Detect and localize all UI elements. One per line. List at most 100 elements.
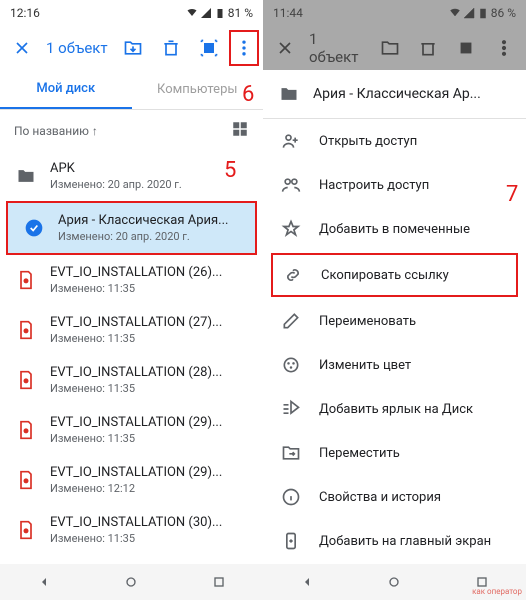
document-icon xyxy=(16,470,36,490)
status-battery: 81 % xyxy=(228,6,253,20)
menu-item-color[interactable]: Изменить цвет xyxy=(263,343,526,387)
status-right: 81 % xyxy=(186,6,253,20)
document-icon xyxy=(16,320,36,340)
check-icon xyxy=(24,218,44,238)
appbar-title: 1 объект xyxy=(305,30,370,66)
home-icon[interactable] xyxy=(123,574,139,590)
file-name: EVT_IO_INSTALLATION (30)... xyxy=(50,515,249,530)
file-name: EVT_IO_INSTALLATION (27)... xyxy=(50,315,249,330)
file-name: EVT_IO_INSTALLATION (29)... xyxy=(50,415,249,430)
statusbar: 11:44 86 % xyxy=(263,0,526,26)
more-icon[interactable] xyxy=(229,30,259,66)
close-icon xyxy=(267,30,303,66)
list-header: По названию ↑ xyxy=(0,110,263,151)
menu-label: Скопировать ссылку xyxy=(321,268,449,283)
navbar xyxy=(0,564,263,600)
file-row[interactable]: EVT_IO_INSTALLATION (30)... Изменено: 11… xyxy=(0,505,263,555)
menu-label: Открыть доступ xyxy=(319,134,417,149)
menu-label: Свойства и история xyxy=(319,490,441,505)
signal-icon xyxy=(200,7,212,19)
file-row[interactable]: EVT_IO_INSTALLATION (29)... Изменено: 12… xyxy=(0,455,263,505)
menu-item-copylink[interactable]: Скопировать ссылку xyxy=(271,253,518,297)
back-icon[interactable] xyxy=(36,574,52,590)
file-name: APK xyxy=(50,161,249,176)
status-right: 86 % xyxy=(449,6,516,20)
share-icon xyxy=(281,131,301,151)
battery-icon xyxy=(477,7,489,19)
sort-label[interactable]: По названию ↑ xyxy=(14,124,98,138)
move-to-icon[interactable] xyxy=(115,30,151,66)
home-icon[interactable] xyxy=(386,574,402,590)
recents-icon[interactable] xyxy=(211,574,227,590)
folder-icon xyxy=(16,166,36,186)
file-row[interactable]: EVT_IO_INSTALLATION (28)... Изменено: 11… xyxy=(0,355,263,405)
trash-icon[interactable] xyxy=(153,30,189,66)
menu-item-homescreen[interactable]: Добавить на главный экран xyxy=(263,519,526,563)
select-all-icon[interactable] xyxy=(191,30,227,66)
menu-label: Переименовать xyxy=(319,314,416,329)
watermark: как оператор xyxy=(472,587,522,596)
file-name: EVT_IO_INSTALLATION (28)... xyxy=(50,365,249,380)
star-icon xyxy=(281,219,301,239)
menu-label: Добавить на главный экран xyxy=(319,534,491,549)
status-battery: 86 % xyxy=(491,6,516,20)
file-subtitle: Изменено: 20 апр. 2020 г. xyxy=(50,178,249,191)
tabs: Мой диск Компьютеры xyxy=(0,70,263,110)
rename-icon xyxy=(281,311,301,331)
menu-label: Добавить ярлык на Диск xyxy=(319,402,473,417)
file-row[interactable]: Ария - Классическая Ария... Изменено: 20… xyxy=(6,201,257,255)
details-icon xyxy=(281,487,301,507)
menu-item-star[interactable]: Добавить в помеченные xyxy=(263,207,526,251)
file-subtitle: Изменено: 20 апр. 2020 г. xyxy=(58,230,241,243)
menu-item-manage[interactable]: Настроить доступ xyxy=(263,163,526,207)
menu-label: Переместить xyxy=(319,446,400,461)
menu-item-share[interactable]: Открыть доступ xyxy=(263,119,526,163)
appbar: 1 объект xyxy=(0,26,263,70)
document-icon xyxy=(16,270,36,290)
file-name: EVT_IO_INSTALLATION (26)... xyxy=(50,265,249,280)
wifi-icon xyxy=(449,7,461,19)
file-subtitle: Изменено: 11:35 xyxy=(50,282,249,295)
shortcut-icon xyxy=(281,399,301,419)
back-icon[interactable] xyxy=(299,574,315,590)
annotation-5: 5 xyxy=(224,158,236,183)
appbar: 1 объект xyxy=(263,26,526,70)
battery-icon xyxy=(214,7,226,19)
close-icon[interactable] xyxy=(4,30,40,66)
context-header: Ария - Классическая Ар... xyxy=(263,70,526,119)
menu-item-details[interactable]: Свойства и история xyxy=(263,475,526,519)
wifi-icon xyxy=(186,7,198,19)
tab-my-drive[interactable]: Мой диск xyxy=(0,70,132,109)
manage-icon xyxy=(281,175,301,195)
menu-item-shortcut[interactable]: Добавить ярлык на Диск xyxy=(263,387,526,431)
menu-label: Настроить доступ xyxy=(319,178,429,193)
status-time: 12:16 xyxy=(10,6,40,20)
file-row[interactable]: EVT_IO_INSTALLATION (29)... Изменено: 11… xyxy=(0,405,263,455)
menu-item-rename[interactable]: Переименовать xyxy=(263,299,526,343)
homescreen-icon xyxy=(281,531,301,551)
status-time: 11:44 xyxy=(273,6,303,20)
file-subtitle: Изменено: 11:35 xyxy=(50,432,249,445)
file-name: Ария - Классическая Ария... xyxy=(58,213,241,228)
annotation-6: 6 xyxy=(242,82,254,107)
trash-icon xyxy=(410,30,446,66)
move-to-icon xyxy=(372,30,408,66)
file-subtitle: Изменено: 12:12 xyxy=(50,482,249,495)
menu-item-move[interactable]: Переместить xyxy=(263,431,526,475)
file-list: APK Изменено: 20 апр. 2020 г. Ария - Кла… xyxy=(0,151,263,571)
more-icon xyxy=(486,30,522,66)
context-filename: Ария - Классическая Ар... xyxy=(313,86,481,102)
document-icon xyxy=(16,370,36,390)
file-name: EVT_IO_INSTALLATION (29)... xyxy=(50,465,249,480)
grid-view-icon[interactable] xyxy=(231,120,249,141)
document-icon xyxy=(16,420,36,440)
screen-left: 12:16 81 % 1 объект Мой диск Компьютеры … xyxy=(0,0,263,600)
file-row[interactable]: EVT_IO_INSTALLATION (27)... Изменено: 11… xyxy=(0,305,263,355)
context-menu: Открыть доступ Настроить доступ Добавить в… xyxy=(263,119,526,600)
appbar-title: 1 объект xyxy=(42,39,113,57)
menu-label: Изменить цвет xyxy=(319,358,411,373)
statusbar: 12:16 81 % xyxy=(0,0,263,26)
file-subtitle: Изменено: 11:35 xyxy=(50,532,249,545)
annotation-7: 7 xyxy=(506,182,518,207)
file-row[interactable]: EVT_IO_INSTALLATION (26)... Изменено: 11… xyxy=(0,255,263,305)
